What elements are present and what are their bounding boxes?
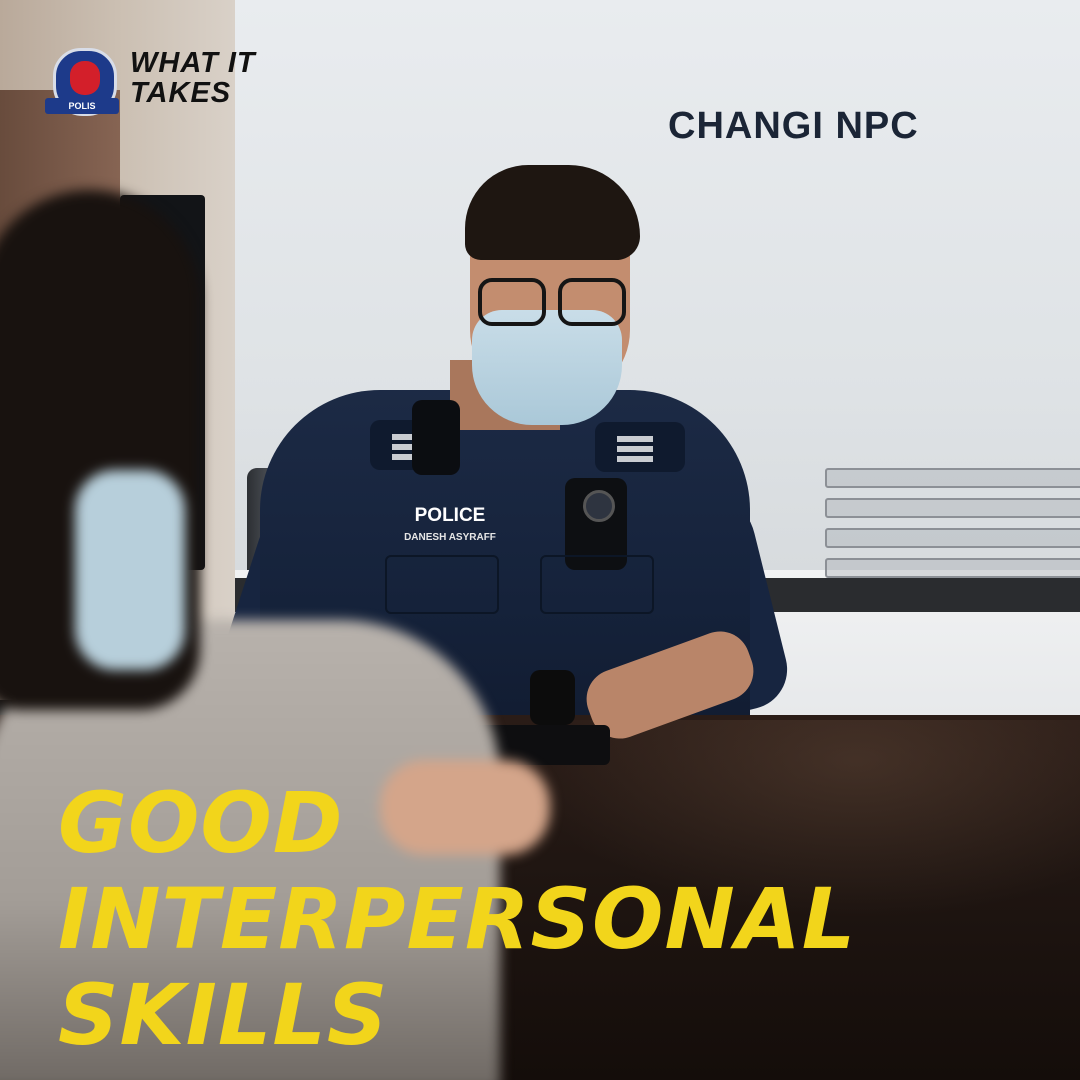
tagline-line-2: TAKES	[130, 77, 232, 109]
headline-line-2: INTERPERSONAL	[58, 870, 857, 968]
poster: CHANGI NPC POLICE DANESH ASYRAFF POLIS W…	[0, 0, 1080, 1080]
tagline-line-1: WHAT IT	[130, 47, 256, 79]
headline-line-1: GOOD	[58, 774, 344, 872]
campaign-tagline: WHAT IT TAKES	[130, 48, 310, 118]
headline: GOOD INTERPERSONAL SKILLS	[58, 774, 1048, 1063]
foreground-person-mask	[75, 470, 185, 670]
document-trays	[825, 458, 1080, 608]
pocket-right	[540, 555, 654, 614]
crest-ribbon: POLIS	[45, 98, 119, 114]
rank-epaulette-right	[595, 422, 685, 472]
wall-sign: CHANGI NPC	[668, 105, 919, 147]
police-crest-logo: POLIS	[45, 48, 119, 118]
headline-line-3: SKILLS	[58, 966, 389, 1064]
